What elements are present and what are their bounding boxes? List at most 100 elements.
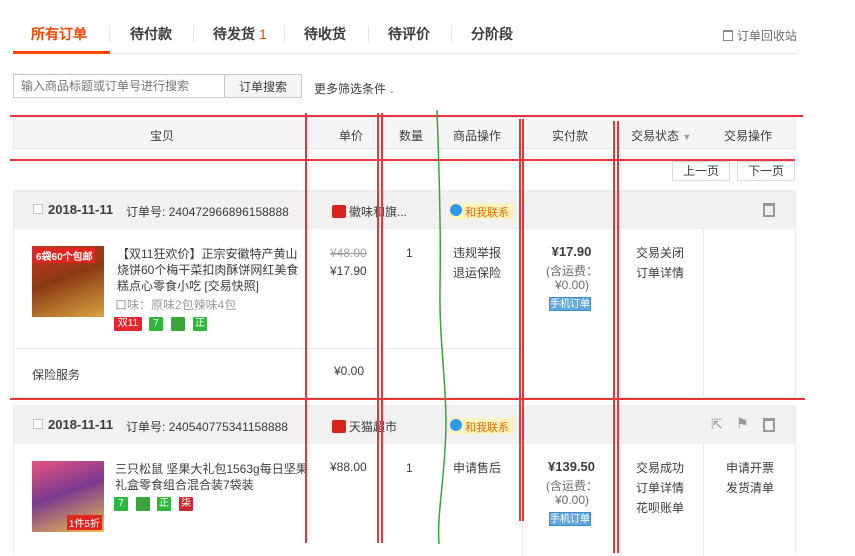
order-number-label: 订单号: xyxy=(126,205,166,219)
double11-badge: 双11 xyxy=(114,317,142,331)
mobile-order-badge: 手机订单 xyxy=(549,512,591,526)
recycle-bin-label: 订单回收站 xyxy=(736,29,797,43)
authentic-badge: 正 xyxy=(193,317,207,331)
product-attribute: 口味：原味2包辣味4包 xyxy=(115,298,237,312)
order-header: 2018-11-11 订单号: 240472966896158888 徽味和旗.… xyxy=(14,191,795,229)
mobile-order-badge: 手机订单 xyxy=(549,297,591,311)
shop-link[interactable]: 天猫超市 xyxy=(332,418,397,435)
thumbnail-promo-text: 1件5折 xyxy=(66,515,102,530)
product-title-link[interactable]: 三只松鼠 坚果大礼包1563g每日坚果礼盒零食组合混合装7袋装 xyxy=(115,461,311,493)
column-header-item-actions: 商品操作 xyxy=(453,129,502,143)
delete-order-icon[interactable] xyxy=(763,418,775,432)
column-header-status[interactable]: 交易状态 ▼ xyxy=(631,127,691,144)
table-header: 宝贝 单价 数量 商品操作 实付款 交易状态 ▼ 交易操作 xyxy=(13,117,796,149)
contact-seller-button[interactable]: 和我联系 xyxy=(449,203,513,219)
huabei-bill-link[interactable]: 花呗账单 xyxy=(636,498,684,518)
order-checkbox[interactable] xyxy=(33,204,43,214)
order-card: 2018-11-11 订单号: 240540775341158888 天猫超市 … xyxy=(13,405,796,556)
tmall-supermarket-icon xyxy=(332,420,346,433)
next-page-button[interactable]: 下一页 xyxy=(737,161,795,181)
unit-price: ¥17.90 xyxy=(330,264,367,278)
unit-price: ¥88.00 xyxy=(330,460,367,474)
quantity: 1 xyxy=(406,461,413,475)
shop-link[interactable]: 徽味和旗... xyxy=(332,203,407,220)
order-date: 2018-11-11 xyxy=(48,417,114,432)
status-text: 交易关闭 xyxy=(636,246,685,260)
tab-pending-review[interactable]: 待评价 xyxy=(388,24,430,44)
order-number-label: 订单号: xyxy=(126,420,166,434)
annotation-line xyxy=(305,113,307,543)
annotation-line xyxy=(10,398,805,400)
chevron-down-icon: ⌄ xyxy=(388,85,396,95)
tab-divider xyxy=(451,26,452,42)
order-checkbox[interactable] xyxy=(33,419,43,429)
report-violation-link[interactable]: 违规举报 xyxy=(453,243,501,263)
product-thumbnail[interactable]: 1件5折 xyxy=(32,461,104,532)
tab-all-orders[interactable]: 所有订单 xyxy=(31,24,87,44)
order-details-link[interactable]: 订单详情 xyxy=(636,478,684,498)
original-price: ¥48.00 xyxy=(330,246,367,260)
column-header-status-label: 交易状态 xyxy=(631,129,680,143)
status-text: 交易成功 xyxy=(636,461,685,475)
shipping-list-link[interactable]: 发货清单 xyxy=(726,478,774,498)
after-sales-link[interactable]: 申请售后 xyxy=(453,458,501,478)
search-button[interactable]: 订单搜索 xyxy=(224,74,302,98)
column-divider xyxy=(703,444,704,556)
column-header-quantity: 数量 xyxy=(399,129,424,143)
tab-pending-payment[interactable]: 待付款 xyxy=(130,24,172,44)
order-number: 订单号: 240540775341158888 xyxy=(126,418,288,435)
caret-down-icon: ▼ xyxy=(682,132,692,142)
insurance-service-label: 保险服务 xyxy=(32,368,81,382)
7day-return-badge: 7 xyxy=(149,317,163,331)
tab-divider xyxy=(109,26,110,42)
annotation-line xyxy=(377,113,379,543)
request-invoice-link[interactable]: 申请开票 xyxy=(726,458,774,478)
tab-count-badge: 1 xyxy=(259,26,267,42)
column-header-price: 单价 xyxy=(339,129,364,143)
shipping-fee: (含运费：¥0.00) xyxy=(546,479,598,507)
authentic-badge: 正 xyxy=(157,497,171,511)
flag-icon[interactable]: ⚑ xyxy=(736,415,749,432)
annotation-line xyxy=(381,113,383,543)
service-badge: 柒 xyxy=(179,497,193,511)
7day-return-badge: 7 xyxy=(114,497,128,511)
search-input[interactable] xyxy=(13,74,225,98)
annotation-line xyxy=(10,159,795,161)
tab-pending-shipment[interactable]: 待发货 1 xyxy=(213,24,267,44)
return-insurance-link[interactable]: 退运保险 xyxy=(453,263,501,283)
shop-icon xyxy=(332,205,346,218)
shop-name: 天猫超市 xyxy=(349,420,398,434)
recycle-bin-link[interactable]: 订单回收站 xyxy=(722,27,797,44)
delete-order-icon[interactable] xyxy=(763,203,775,217)
tab-installments[interactable]: 分阶段 xyxy=(471,24,513,44)
product-thumbnail[interactable]: 6袋60个包邮 xyxy=(32,246,104,317)
product-title-link[interactable]: 【双11狂欢价】正宗安徽特产黄山烧饼60个梅干菜扣肉酥饼网红美食糕点心零食小吃 … xyxy=(117,246,309,294)
order-details-link[interactable]: 订单详情 xyxy=(636,263,684,283)
tab-divider xyxy=(284,26,285,42)
contact-seller-button[interactable]: 和我联系 xyxy=(449,418,513,434)
column-divider xyxy=(703,229,704,397)
order-date: 2018-11-11 xyxy=(48,202,114,217)
column-divider xyxy=(620,444,621,556)
paid-amount: ¥139.50 xyxy=(548,459,595,474)
annotation-line xyxy=(519,119,521,521)
tab-pending-receipt[interactable]: 待收货 xyxy=(304,24,346,44)
share-icon[interactable]: ⇱ xyxy=(711,416,723,433)
annotation-line xyxy=(617,121,619,553)
column-header-actions: 交易操作 xyxy=(724,129,773,143)
more-filters-toggle[interactable]: 更多筛选条件 ⌄ xyxy=(314,80,396,97)
tab-divider xyxy=(368,26,369,42)
shipping-fee: (含运费：¥0.00) xyxy=(546,264,598,292)
order-card: 2018-11-11 订单号: 240472966896158888 徽味和旗.… xyxy=(13,190,796,398)
order-tabs: 所有订单 待付款 待发货 1 待收货 待评价 分阶段 xyxy=(13,16,797,54)
contact-seller-label: 和我联系 xyxy=(465,207,509,219)
order-number-value: 240540775341158888 xyxy=(168,420,288,434)
order-number-value: 240472966896158888 xyxy=(168,205,289,219)
active-tab-indicator xyxy=(13,51,110,54)
order-number: 订单号: 240472966896158888 xyxy=(126,203,289,220)
insurance-service-price: ¥0.00 xyxy=(334,364,365,378)
column-header-paid: 实付款 xyxy=(552,129,589,143)
thumbnail-promo-text: 6袋60个包邮 xyxy=(34,248,95,263)
annotation-line xyxy=(10,115,803,117)
prev-page-button[interactable]: 上一页 xyxy=(672,161,730,181)
